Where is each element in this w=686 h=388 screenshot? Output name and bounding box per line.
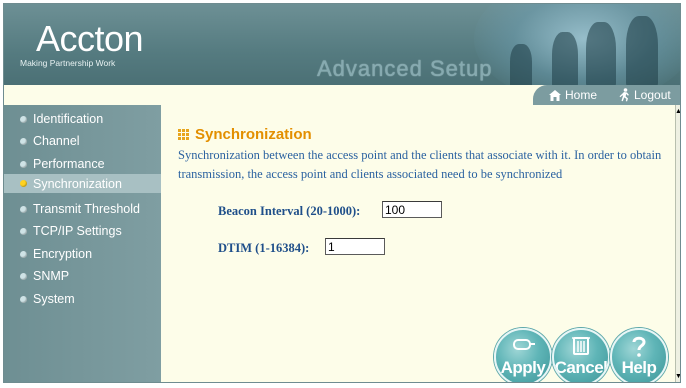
beacon-interval-label: Beacon Interval (20-1000): bbox=[218, 204, 361, 218]
question-mark-icon bbox=[632, 336, 646, 357]
page-title: Advanced Setup bbox=[317, 56, 493, 81]
sidebar-item-system[interactable]: System bbox=[4, 290, 161, 308]
beacon-interval-input[interactable] bbox=[382, 201, 442, 218]
bullet-icon bbox=[20, 115, 27, 123]
sidebar-item-tcpip-settings[interactable]: TCP/IP Settings bbox=[4, 222, 161, 240]
bullet-icon bbox=[20, 250, 27, 258]
cancel-label: Cancel bbox=[554, 358, 608, 377]
grid-bullet-icon bbox=[178, 129, 189, 140]
logout-link[interactable]: Logout bbox=[618, 87, 671, 103]
apply-label: Apply bbox=[500, 358, 546, 377]
header-banner: Accton Making Partnership Work Advanced … bbox=[4, 4, 680, 85]
home-label: Home bbox=[565, 88, 598, 102]
help-label: Help bbox=[621, 358, 657, 377]
dtim-input[interactable] bbox=[325, 238, 385, 255]
trash-icon bbox=[572, 337, 590, 355]
running-person-icon bbox=[619, 88, 629, 102]
header-figure-decoration bbox=[510, 44, 532, 85]
sidebar-item-performance[interactable]: Performance bbox=[4, 155, 161, 173]
header-figure-decoration bbox=[586, 22, 616, 85]
sidebar-item-snmp[interactable]: SNMP bbox=[4, 267, 161, 285]
section-title: Synchronization bbox=[178, 126, 312, 143]
dtim-label: DTIM (1-16384): bbox=[218, 241, 310, 255]
sidebar-item-label: Channel bbox=[33, 134, 80, 148]
top-nav-bar: Home Logout bbox=[4, 85, 680, 105]
section-title-text: Synchronization bbox=[195, 126, 312, 143]
home-link[interactable]: Home bbox=[548, 87, 597, 103]
sidebar-item-label: Encryption bbox=[33, 247, 93, 261]
bullet-icon bbox=[20, 227, 27, 235]
sidebar-item-label: Transmit Threshold bbox=[33, 202, 140, 216]
sidebar-item-transmit-threshold[interactable]: Transmit Threshold bbox=[4, 200, 161, 218]
apply-button[interactable]: Apply bbox=[494, 328, 552, 382]
help-button[interactable]: Help bbox=[610, 328, 668, 382]
sidebar-item-label: System bbox=[33, 292, 75, 306]
scroll-down-icon[interactable]: ▼ bbox=[675, 370, 680, 382]
bullet-icon bbox=[20, 205, 27, 213]
app-window: Accton Making Partnership Work Advanced … bbox=[3, 3, 681, 383]
main-content: Synchronization Synchronization between … bbox=[161, 105, 675, 382]
header-figure-decoration bbox=[626, 16, 658, 85]
sidebar-item-identification[interactable]: Identification bbox=[4, 110, 161, 128]
accton-logo: Accton bbox=[36, 18, 144, 59]
section-description: Synchronization between the access point… bbox=[178, 148, 662, 181]
cable-plug-icon bbox=[513, 339, 535, 350]
sidebar-item-label: TCP/IP Settings bbox=[33, 224, 122, 238]
home-icon bbox=[549, 89, 561, 101]
vertical-scrollbar[interactable]: ▲ ▼ bbox=[675, 105, 680, 382]
bullet-icon bbox=[20, 295, 27, 303]
bullet-icon bbox=[20, 272, 27, 280]
sidebar-item-label: Performance bbox=[33, 157, 105, 171]
sidebar-item-label: Identification bbox=[33, 112, 104, 126]
logout-label: Logout bbox=[634, 88, 671, 102]
sidebar-item-label: Synchronization bbox=[33, 176, 122, 191]
sidebar-item-encryption[interactable]: Encryption bbox=[4, 245, 161, 263]
logo-tagline: Making Partnership Work bbox=[20, 58, 116, 68]
sidebar-item-label: SNMP bbox=[33, 269, 70, 283]
cancel-button[interactable]: Cancel bbox=[552, 328, 610, 382]
scroll-up-icon[interactable]: ▲ bbox=[675, 105, 680, 117]
header-figure-decoration bbox=[552, 32, 578, 85]
sidebar-item-synchronization[interactable]: Synchronization bbox=[4, 174, 161, 193]
bullet-icon bbox=[20, 160, 27, 168]
sidebar-item-channel[interactable]: Channel bbox=[4, 132, 161, 150]
bullet-icon bbox=[20, 137, 27, 145]
bullet-icon bbox=[20, 180, 27, 187]
